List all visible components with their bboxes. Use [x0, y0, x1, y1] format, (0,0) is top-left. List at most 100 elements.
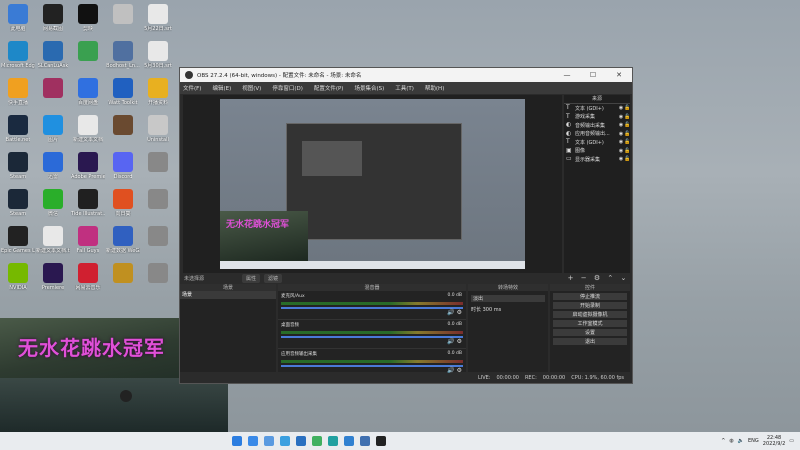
maximize-icon[interactable]: ☐: [580, 71, 606, 79]
desktop-icon[interactable]: [142, 187, 174, 224]
menu-item[interactable]: 视图(V): [242, 84, 261, 92]
desktop-icon[interactable]: Premiere: [37, 261, 69, 298]
gear-icon[interactable]: ⚙: [594, 274, 600, 282]
app2-icon[interactable]: [248, 436, 258, 446]
app3-icon[interactable]: [264, 436, 274, 446]
control-button[interactable]: 工作室模式: [553, 320, 627, 327]
desktop-icon[interactable]: [72, 39, 104, 76]
volume-icon[interactable]: 🔈: [738, 438, 744, 444]
app4-icon[interactable]: [280, 436, 290, 446]
properties-button[interactable]: 属性: [242, 273, 261, 283]
menu-item[interactable]: 帮助(H): [425, 84, 444, 92]
desktop-icon[interactable]: Tide Illustrat...: [71, 187, 105, 224]
menu-item[interactable]: 配置文件(P): [314, 84, 344, 92]
network-icon[interactable]: ◍: [729, 438, 733, 444]
desktop-icon[interactable]: 图片: [37, 113, 69, 150]
mixer-controls-icon[interactable]: 🔊 ⚙: [447, 309, 462, 316]
control-button[interactable]: 退出: [553, 338, 627, 345]
desktop-icon[interactable]: Fall Guys: [72, 224, 104, 261]
desktop-icon[interactable]: [142, 150, 174, 187]
lock-icon[interactable]: 🔓: [624, 148, 630, 154]
move-down-icon[interactable]: ⌄: [620, 274, 626, 282]
lock-icon[interactable]: 🔓: [624, 105, 630, 111]
menu-item[interactable]: 编辑(E): [212, 84, 231, 92]
desktop-icon[interactable]: [142, 224, 174, 261]
source-item[interactable]: T 游戏采集 ◉ 🔓: [564, 113, 630, 122]
source-item[interactable]: T 文本 (GDI+) ◉ 🔓: [564, 104, 630, 113]
control-button[interactable]: 设置: [553, 329, 627, 336]
close-icon[interactable]: ✕: [606, 71, 632, 79]
source-item[interactable]: T 文本 (GDI+) ◉ 🔓: [564, 138, 630, 147]
desktop-icon[interactable]: Watt Toolkit: [107, 76, 139, 113]
desktop-icon[interactable]: 5月22日.srt: [142, 2, 174, 39]
desktop-icon[interactable]: [142, 261, 174, 298]
desktop-icon[interactable]: 新建文本文档.txt: [36, 224, 70, 261]
desktop-icon[interactable]: 迅雷: [37, 150, 69, 187]
app9-icon[interactable]: [360, 436, 370, 446]
scene-item[interactable]: 场景: [180, 291, 276, 299]
desktop-icon[interactable]: 此电脑: [2, 2, 34, 39]
desktop-icon[interactable]: Battle.net: [2, 113, 34, 150]
desktop-icon[interactable]: Microsoft Edge: [1, 39, 35, 76]
filters-button[interactable]: 滤镜: [264, 273, 283, 283]
desktop-icon[interactable]: [107, 261, 139, 298]
app5-icon[interactable]: [296, 436, 306, 446]
obs-window[interactable]: OBS 27.2.4 (64-bit, windows) - 配置文件: 未命名…: [179, 67, 633, 384]
desktop-icon[interactable]: 网易云音乐: [72, 261, 104, 298]
lock-icon[interactable]: 🔓: [624, 156, 630, 162]
desktop-icon[interactable]: Discord: [107, 150, 139, 187]
control-button[interactable]: 停止推流: [553, 293, 627, 300]
volume-slider[interactable]: [281, 307, 463, 309]
lock-icon[interactable]: 🔓: [624, 131, 630, 137]
source-item[interactable]: ◐ 音频输出采集 ◉ 🔓: [564, 121, 630, 130]
chevron-up-icon[interactable]: ^: [721, 438, 725, 444]
app8-icon[interactable]: [344, 436, 354, 446]
desktop-icon[interactable]: 向日葵: [107, 187, 139, 224]
start-icon[interactable]: [232, 436, 242, 446]
desktop-icon[interactable]: 5月30日.srt: [142, 39, 174, 76]
desktop-icon[interactable]: 新建文本文档: [72, 113, 104, 150]
desktop-icon[interactable]: 快手直播: [2, 76, 34, 113]
desktop-icon[interactable]: SLCanLuAsk: [37, 39, 69, 76]
lock-icon[interactable]: 🔓: [624, 139, 630, 145]
desktop-icon[interactable]: 百度网盘: [72, 76, 104, 113]
desktop-icon[interactable]: 网易截图: [37, 2, 69, 39]
app7-icon[interactable]: [328, 436, 338, 446]
transition-select[interactable]: 淡出: [471, 295, 545, 302]
desktop-icon[interactable]: 开播资料: [142, 76, 174, 113]
lock-icon[interactable]: 🔓: [624, 122, 630, 128]
menu-item[interactable]: 文件(F): [183, 84, 201, 92]
move-up-icon[interactable]: ⌃: [607, 274, 613, 282]
mixer-controls-icon[interactable]: 🔊 ⚙: [447, 338, 462, 345]
language-indicator[interactable]: ENG: [748, 438, 759, 444]
source-item[interactable]: ◐ 应用音频输出... ◉ 🔓: [564, 130, 630, 139]
obs-titlebar[interactable]: OBS 27.2.4 (64-bit, windows) - 配置文件: 未命名…: [180, 68, 632, 82]
desktop-icon[interactable]: 剪映: [72, 2, 104, 39]
control-button[interactable]: 开始录制: [553, 302, 627, 309]
add-source-icon[interactable]: +: [568, 274, 574, 282]
volume-slider[interactable]: [281, 336, 463, 338]
menu-item[interactable]: 工具(T): [395, 84, 414, 92]
source-item[interactable]: ▭ 显示器采集 ◉ 🔓: [564, 155, 630, 164]
obs-icon[interactable]: [376, 436, 386, 446]
menu-item[interactable]: 停靠窗口(D): [272, 84, 303, 92]
menu-item[interactable]: 场景集合(S): [354, 84, 384, 92]
volume-slider[interactable]: [281, 365, 463, 367]
desktop-icon[interactable]: [107, 113, 139, 150]
duration-input[interactable]: 300 ms: [483, 307, 502, 313]
desktop-icon[interactable]: Uninstall: [142, 113, 174, 150]
clock[interactable]: 22:48 2022/9/2: [763, 435, 785, 447]
desktop-icon[interactable]: Steam: [2, 150, 34, 187]
control-button[interactable]: 启动虚拟摄像机: [553, 311, 627, 318]
remove-source-icon[interactable]: −: [581, 274, 587, 282]
desktop-icon[interactable]: Bodhost_Ln...: [106, 39, 140, 76]
notification-icon[interactable]: ▭: [789, 438, 794, 444]
source-item[interactable]: ▣ 图像 ◉ 🔓: [564, 147, 630, 156]
preview-area[interactable]: 无水花跳水冠军: [183, 95, 562, 273]
app6-icon[interactable]: [312, 436, 322, 446]
desktop-icon[interactable]: 新建数据 WeGameMy: [106, 224, 140, 261]
desktop-icon[interactable]: Steam: [2, 187, 34, 224]
lock-icon[interactable]: 🔓: [624, 114, 630, 120]
desktop-icon[interactable]: 微信: [37, 187, 69, 224]
desktop-icon[interactable]: Adobe Premiere: [71, 150, 105, 187]
